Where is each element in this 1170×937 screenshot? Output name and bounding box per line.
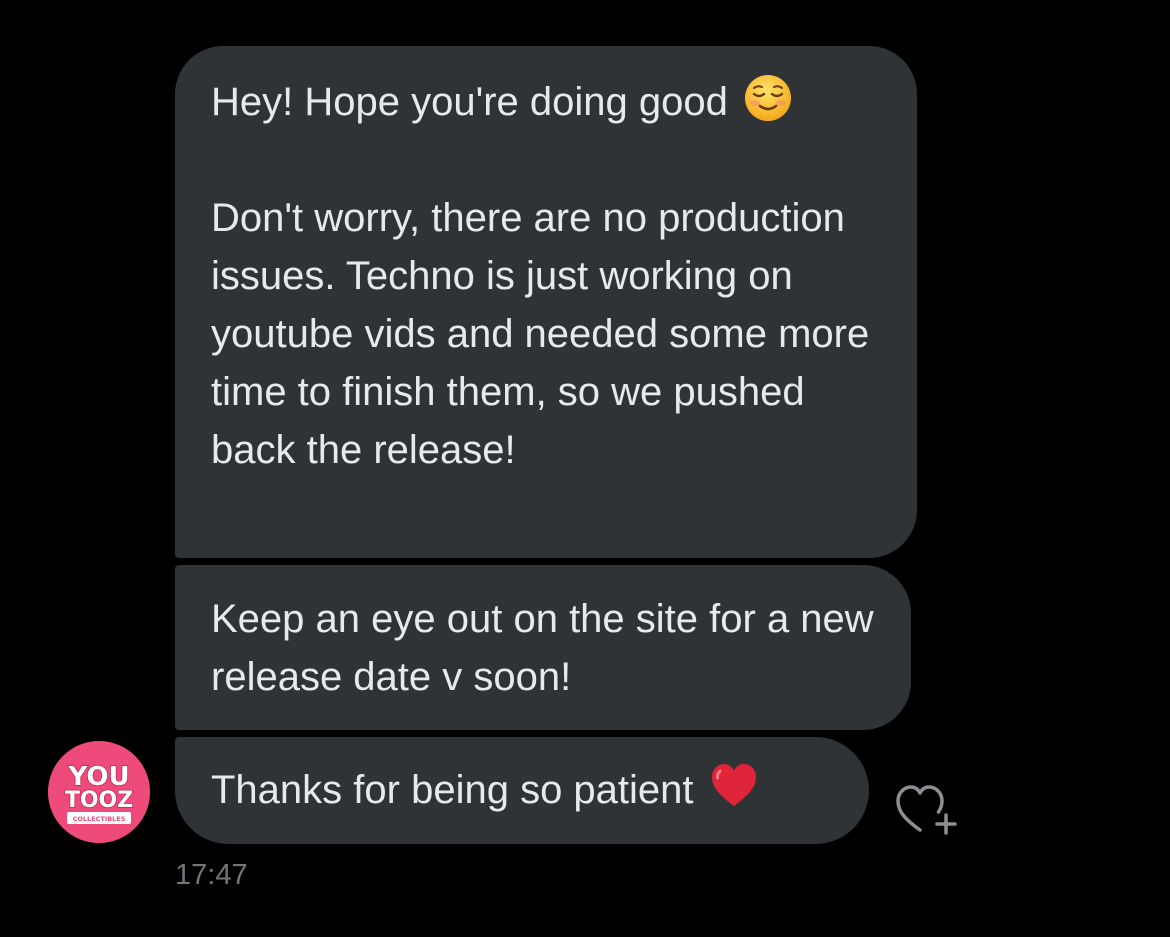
- message-text: Don't worry, there are no production iss…: [211, 196, 881, 472]
- smiling-face-emoji-icon: [745, 75, 791, 121]
- heart-plus-icon: [896, 785, 957, 835]
- message-bubble-2[interactable]: Keep an eye out on the site for a new re…: [175, 565, 911, 730]
- avatar[interactable]: YOU TOOZ COLLECTIBLES: [48, 741, 150, 843]
- message-bubble-1[interactable]: Hey! Hope you're doing good Don't worry,…: [175, 46, 917, 558]
- youtooz-logo-icon: YOU TOOZ COLLECTIBLES: [48, 741, 150, 843]
- message-text: Thanks for being so patient: [211, 768, 694, 812]
- message-timestamp: 17:47: [175, 859, 248, 891]
- message-bubble-3[interactable]: Thanks for being so patient: [175, 737, 869, 844]
- message-text: Keep an eye out on the site for a new re…: [211, 597, 885, 699]
- red-heart-emoji-icon: [711, 764, 756, 806]
- message-text: Hey! Hope you're doing good: [211, 80, 728, 124]
- logo-text-tooz: TOOZ: [65, 788, 133, 813]
- react-heart-plus-button[interactable]: [892, 778, 964, 838]
- logo-tagline: COLLECTIBLES: [73, 815, 126, 823]
